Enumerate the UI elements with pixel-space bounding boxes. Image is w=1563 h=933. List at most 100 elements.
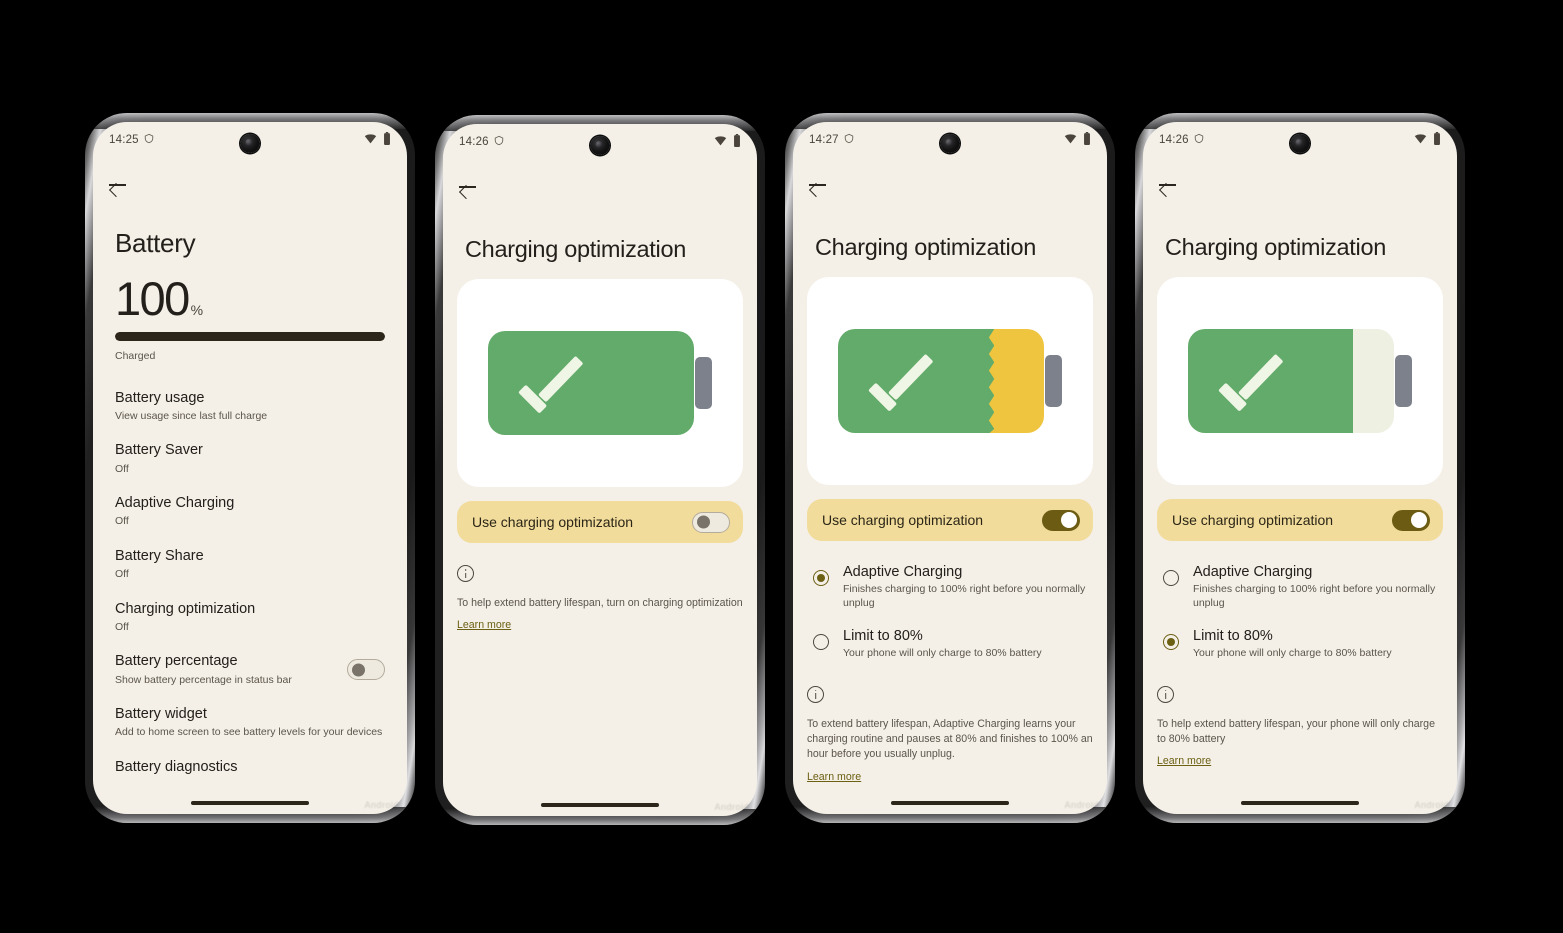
radio-option-limit-80[interactable]: Limit to 80% Your phone will only charge… (807, 619, 1093, 669)
gesture-navigation-bar[interactable] (1241, 801, 1359, 805)
list-item-title: Battery Saver (115, 442, 203, 459)
battery-illustration (838, 329, 1062, 433)
use-charging-optimization-row[interactable]: Use charging optimization (1157, 499, 1443, 541)
gesture-navigation-bar[interactable] (541, 803, 659, 807)
battery-body (1188, 329, 1394, 433)
info-block: To help extend battery lifespan, turn on… (443, 543, 757, 633)
radio-option-subtitle: Your phone will only charge to 80% batte… (1193, 647, 1392, 660)
list-item-title: Adaptive Charging (115, 495, 235, 512)
list-item-adaptive-charging[interactable]: Adaptive Charging Off (93, 485, 407, 538)
list-item-title: Battery usage (115, 389, 205, 406)
learn-more-link[interactable]: Learn more (457, 619, 511, 631)
use-charging-optimization-toggle[interactable] (1392, 509, 1430, 531)
radio-button[interactable] (813, 634, 829, 651)
wifi-icon (714, 134, 727, 150)
screenshot-stage: 14:25 Battery 100 % Charged Battery usag… (0, 0, 1563, 933)
list-item-battery-usage[interactable]: Battery usage View usage since last full… (93, 380, 407, 433)
back-arrow-icon[interactable] (457, 176, 479, 198)
info-icon (807, 685, 824, 703)
checkmark-icon (1222, 355, 1288, 407)
back-row (93, 158, 407, 212)
info-icon (1157, 685, 1174, 703)
list-item-title: Battery diagnostics (115, 759, 238, 775)
back-arrow-icon[interactable] (807, 174, 829, 196)
checkmark-icon (522, 357, 588, 409)
shield-icon (1194, 133, 1204, 147)
shield-icon (844, 133, 854, 147)
radio-button[interactable] (1163, 634, 1179, 651)
front-camera-punch-hole (240, 134, 260, 153)
info-text: To extend battery lifespan, Adaptive Cha… (807, 717, 1093, 761)
use-charging-optimization-toggle[interactable] (1042, 509, 1080, 531)
battery-status-label: Charged (115, 349, 156, 362)
battery-terminal-nub (1395, 355, 1412, 407)
radio-option-limit-80[interactable]: Limit to 80% Your phone will only charge… (1157, 619, 1443, 669)
back-arrow-icon[interactable] (1157, 174, 1179, 196)
page-title: Battery (115, 228, 196, 258)
battery-illustration-card (457, 279, 743, 487)
battery-icon (383, 132, 391, 148)
info-text: To help extend battery lifespan, your ph… (1157, 717, 1435, 745)
learn-more-link[interactable]: Learn more (1157, 755, 1211, 767)
use-charging-optimization-row[interactable]: Use charging optimization (807, 499, 1093, 541)
percent-symbol: % (190, 301, 204, 318)
use-charging-optimization-toggle[interactable] (692, 511, 730, 533)
radio-option-title: Adaptive Charging (843, 564, 963, 580)
list-item-charging-optimization[interactable]: Charging optimization Off (93, 591, 407, 644)
page-title: Charging optimization (815, 234, 1036, 260)
radio-button[interactable] (1163, 570, 1179, 586)
radio-option-subtitle: Finishes charging to 100% right before y… (1193, 583, 1436, 610)
list-item-subtitle: Show battery percentage in status bar (115, 673, 292, 686)
battery-illustration-card (807, 277, 1093, 485)
page-title: Charging optimization (465, 236, 686, 262)
checkmark-icon (872, 355, 938, 407)
list-item-subtitle: Off (115, 515, 129, 528)
list-item-subtitle: Add to home screen to see battery levels… (115, 726, 383, 739)
radio-option-title: Adaptive Charging (1193, 564, 1313, 580)
watermark: Android (714, 802, 749, 812)
back-row (1143, 158, 1457, 212)
phone-1-screen: 14:25 Battery 100 % Charged Battery usag… (93, 122, 407, 814)
battery-icon (733, 134, 741, 150)
phone-3-screen: 14:27 Charging optimization Use charging… (793, 122, 1107, 814)
front-camera-punch-hole (590, 136, 610, 155)
gesture-navigation-bar[interactable] (191, 801, 309, 805)
status-bar: 14:26 (443, 124, 757, 160)
use-charging-optimization-label: Use charging optimization (1172, 512, 1334, 528)
page-title: Charging optimization (1165, 234, 1386, 260)
list-item-subtitle: Off (115, 462, 129, 475)
list-item-title: Battery widget (115, 706, 207, 723)
battery-icon (1433, 132, 1441, 148)
settings-list: Battery usage View usage since last full… (93, 362, 407, 785)
back-arrow-icon[interactable] (107, 174, 129, 196)
radio-button[interactable] (813, 570, 829, 586)
phone-4-screen: 14:26 Charging optimization Use charging… (1143, 122, 1457, 814)
radio-option-title: Limit to 80% (1193, 628, 1273, 645)
list-item-title: Charging optimization (115, 600, 256, 617)
charging-mode-radio-group: Adaptive Charging Finishes charging to 1… (793, 541, 1107, 670)
battery-illustration-card (1157, 277, 1443, 485)
list-item-battery-diagnostics[interactable]: Battery diagnostics (93, 749, 407, 785)
list-item-battery-saver[interactable]: Battery Saver Off (93, 432, 407, 485)
phone-device-1: 14:25 Battery 100 % Charged Battery usag… (85, 113, 415, 823)
battery-percentage-toggle[interactable] (347, 659, 385, 681)
gesture-navigation-bar[interactable] (891, 801, 1009, 805)
radio-option-adaptive-charging[interactable]: Adaptive Charging Finishes charging to 1… (807, 555, 1093, 619)
back-row (793, 158, 1107, 212)
list-item-title: Battery Share (115, 547, 204, 564)
info-block: To help extend battery lifespan, your ph… (1143, 670, 1457, 770)
radio-option-adaptive-charging[interactable]: Adaptive Charging Finishes charging to 1… (1157, 555, 1443, 619)
list-item-battery-widget[interactable]: Battery widget Add to home screen to see… (93, 696, 407, 749)
watermark: Android (1064, 800, 1099, 810)
phone-device-4: 14:26 Charging optimization Use charging… (1135, 113, 1465, 823)
use-charging-optimization-row[interactable]: Use charging optimization (457, 501, 743, 543)
battery-empty-segment (1352, 329, 1394, 433)
learn-more-link[interactable]: Learn more (807, 771, 861, 783)
phone-2-screen: 14:26 Charging optimization Use charging… (443, 124, 757, 816)
battery-terminal-nub (695, 357, 712, 409)
wifi-icon (1064, 132, 1077, 148)
status-bar: 14:26 (1143, 122, 1457, 158)
list-item-battery-percentage[interactable]: Battery percentage Show battery percenta… (93, 643, 407, 696)
list-item-battery-share[interactable]: Battery Share Off (93, 538, 407, 591)
shield-icon (494, 135, 504, 149)
